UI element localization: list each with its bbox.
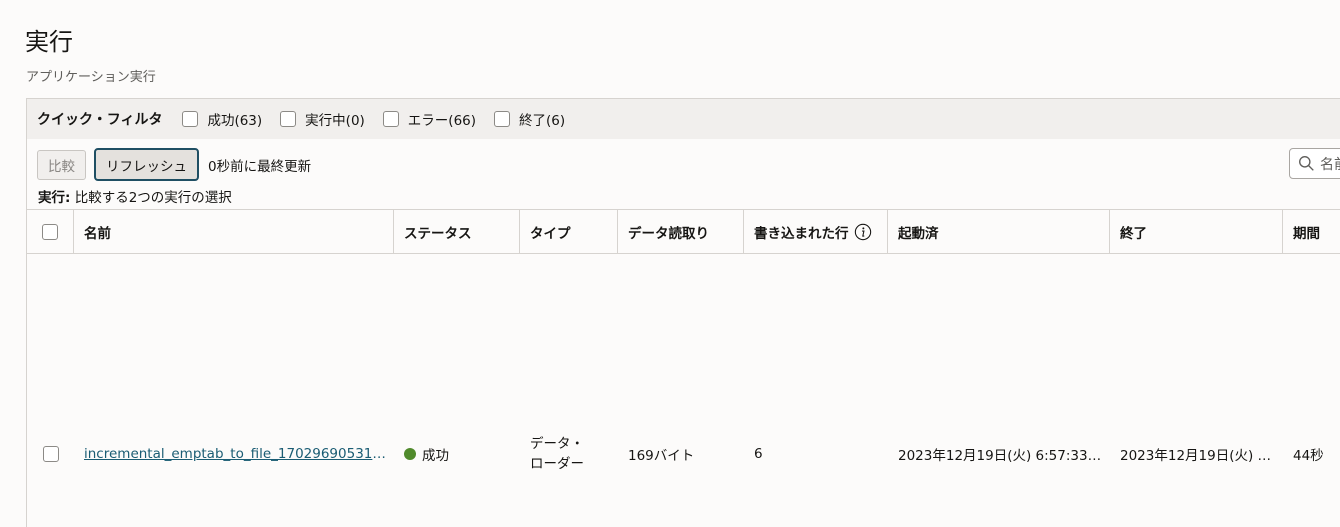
column-header-duration[interactable]: 期間	[1283, 210, 1340, 253]
filter-success-label: 成功(63)	[207, 113, 263, 129]
column-header-status[interactable]: ステータス	[394, 210, 520, 253]
data-read-cell: 169バイト	[628, 448, 695, 464]
filter-running[interactable]: 実行中(0)	[280, 109, 365, 129]
row-select-cell	[27, 446, 74, 462]
filter-error-checkbox[interactable]	[382, 111, 399, 127]
run-name-cell: incremental_emptab_to_file_1702969053181…	[74, 446, 394, 462]
select-all-cell	[27, 210, 74, 253]
search-input[interactable]: 名前	[1289, 148, 1340, 179]
toolbar: 比較 リフレッシュ 0秒前に最終更新	[37, 148, 311, 181]
started-cell: 2023年12月19日(火) 6:57:33 …	[888, 444, 1110, 464]
table-row[interactable]: incremental_emptab_to_file_1702969053181…	[27, 254, 1340, 526]
quick-filter-bar: クイック・フィルタ 成功(63) 実行中(0) エラー(66) 終了(6)	[27, 99, 1340, 139]
status-text: 成功	[422, 448, 449, 464]
column-header-type[interactable]: タイプ	[520, 210, 618, 253]
table-header: 名前 ステータス タイプ データ読取り 書き込まれた行 起動済 終了 期間	[27, 209, 1340, 254]
select-all-checkbox[interactable]	[42, 223, 58, 240]
row-select-checkbox[interactable]	[42, 446, 59, 462]
runs-panel: クイック・フィルタ 成功(63) 実行中(0) エラー(66) 終了(6) 比較…	[26, 98, 1340, 527]
duration-cell: 44秒	[1293, 448, 1324, 464]
compare-button[interactable]: 比較	[37, 149, 86, 180]
column-header-name[interactable]: 名前	[74, 210, 394, 253]
run-name-link[interactable]: incremental_emptab_to_file_1702969053181…	[84, 446, 386, 462]
last-updated-text: 0秒前に最終更新	[208, 158, 312, 175]
column-header-ended[interactable]: 終了	[1110, 210, 1283, 253]
selection-note: 実行: 比較する2つの実行の選択	[38, 186, 232, 206]
search-icon	[1299, 156, 1314, 171]
status-cell: 成功	[394, 444, 520, 464]
column-header-rows-written[interactable]: 書き込まれた行	[744, 210, 888, 253]
selection-note-text: 比較する2つの実行の選択	[70, 190, 232, 206]
info-icon[interactable]	[854, 223, 872, 241]
ended-text: 2023年12月19日(火) …	[1120, 448, 1272, 464]
type-text: データ・ローダー	[530, 436, 584, 472]
rows-written-cell: 6	[754, 446, 763, 462]
filter-success[interactable]: 成功(63)	[182, 109, 262, 129]
filter-error[interactable]: エラー(66)	[382, 109, 477, 129]
refresh-button[interactable]: リフレッシュ	[94, 148, 199, 181]
page-title: 実行	[25, 28, 73, 56]
quick-filter-title: クイック・フィルタ	[37, 112, 163, 128]
ended-cell: 2023年12月19日(火) …	[1110, 444, 1283, 464]
column-header-data-read[interactable]: データ読取り	[618, 210, 744, 253]
filter-error-label: エラー(66)	[407, 113, 477, 129]
selection-note-prefix: 実行:	[38, 190, 71, 206]
page-subtitle: アプリケーション実行	[26, 70, 156, 85]
runs-table: 名前 ステータス タイプ データ読取り 書き込まれた行 起動済 終了 期間 in…	[27, 209, 1340, 526]
started-text: 2023年12月19日(火) 6:57:33 …	[898, 448, 1103, 464]
filter-running-label: 実行中(0)	[305, 113, 365, 129]
type-cell: データ・ローダー	[520, 434, 618, 474]
filter-success-checkbox[interactable]	[182, 111, 199, 127]
success-status-icon	[404, 448, 416, 460]
filter-running-checkbox[interactable]	[280, 111, 297, 127]
column-header-started[interactable]: 起動済	[888, 210, 1110, 253]
rows-written-label: 書き込まれた行	[754, 225, 849, 242]
filter-finished[interactable]: 終了(6)	[494, 109, 565, 129]
filter-finished-checkbox[interactable]	[494, 111, 511, 127]
filter-finished-label: 終了(6)	[519, 113, 566, 129]
search-placeholder: 名前	[1320, 156, 1340, 173]
table-body: incremental_emptab_to_file_1702969053181…	[27, 254, 1340, 526]
